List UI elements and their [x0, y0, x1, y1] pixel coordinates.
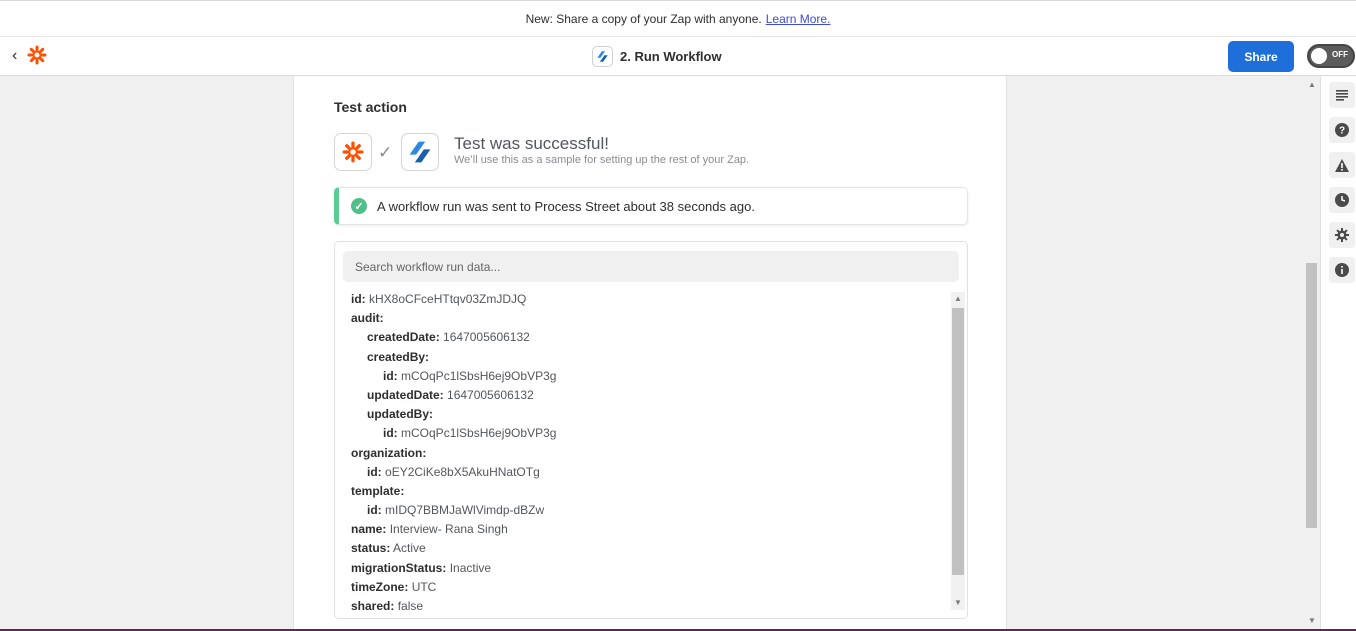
data-row-value: Inactive — [449, 560, 492, 575]
step-title[interactable]: 2. Run Workflow — [592, 46, 722, 67]
data-row-key: updatedDate: — [367, 387, 444, 402]
page-scrollbar[interactable]: ▲ ▼ — [1304, 76, 1319, 631]
zap-on-off-toggle[interactable]: OFF — [1307, 44, 1355, 68]
scroll-down-icon[interactable]: ▼ — [954, 598, 962, 607]
announcement-banner: New: Share a copy of your Zap with anyon… — [0, 0, 1356, 37]
data-row-key: migrationStatus: — [351, 560, 447, 575]
page-scrollbar-thumb[interactable] — [1306, 263, 1317, 528]
page-scroll-down-icon[interactable]: ▼ — [1308, 616, 1316, 625]
data-row[interactable]: updatedBy: — [351, 405, 947, 424]
data-row[interactable]: shared: false — [351, 597, 947, 612]
svg-text:?: ? — [1339, 126, 1345, 137]
data-row-value: oEY2CiKe8bX5AkuHNatOTg — [385, 464, 540, 479]
back-icon[interactable]: ‹ — [12, 47, 17, 65]
info-icon[interactable] — [1329, 257, 1355, 283]
zapier-app-icon — [334, 133, 372, 171]
data-row[interactable]: status: Active — [351, 539, 947, 558]
success-subtitle: We’ll use this as a sample for setting u… — [454, 154, 750, 166]
data-row-key: organization: — [351, 445, 427, 460]
banner-text: New: Share a copy of your Zap with anyon… — [525, 11, 762, 26]
data-row[interactable]: template: — [351, 482, 947, 501]
data-row-value: Active — [393, 541, 426, 556]
editor-header: ‹ 2. Run Workflow Share OFF — [0, 37, 1356, 76]
search-input[interactable] — [343, 251, 959, 282]
data-row[interactable]: id: mCOqPc1lSbsH6ej9ObVP3g — [351, 367, 947, 386]
data-row-key: name: — [351, 522, 387, 537]
process-street-app-icon — [401, 133, 439, 171]
clock-icon[interactable] — [1329, 187, 1355, 213]
check-circle-icon: ✓ — [351, 198, 367, 214]
scroll-up-icon[interactable]: ▲ — [954, 294, 962, 303]
right-sidebar: ? — [1320, 76, 1356, 631]
checkmark-icon: ✓ — [378, 143, 393, 162]
data-row[interactable]: organization: — [351, 444, 947, 463]
list-icon[interactable] — [1329, 82, 1355, 108]
data-row[interactable]: id: mCOqPc1lSbsH6ej9ObVP3g — [351, 424, 947, 443]
run-data-list[interactable]: id: kHX8oCFceHTtqv03ZmJDJQ audit: created… — [351, 290, 947, 612]
data-row[interactable]: createdDate: 1647005606132 — [351, 328, 947, 347]
data-row[interactable]: id: mIDQ7BBMJaWlVimdp-dBZw — [351, 501, 947, 520]
data-row-key: id: — [367, 464, 382, 479]
data-row-key: createdDate: — [367, 330, 440, 345]
data-row-key: id: — [383, 368, 398, 383]
data-row-key: id: — [351, 292, 366, 306]
data-row[interactable]: audit: — [351, 309, 947, 328]
data-row-value: UTC — [411, 579, 437, 594]
data-row-key: id: — [367, 503, 382, 518]
run-data-box: id: kHX8oCFceHTtqv03ZmJDJQ audit: created… — [334, 241, 968, 619]
settings-icon[interactable] — [1329, 222, 1355, 248]
data-scrollbar[interactable]: ▲ ▼ — [951, 292, 965, 610]
data-row[interactable]: id: oEY2CiKe8bX5AkuHNatOTg — [351, 463, 947, 482]
step-panel: Test action ✓ Test was successful! We’ll… — [293, 76, 1007, 631]
data-scrollbar-thumb[interactable] — [952, 308, 964, 575]
data-row-value: kHX8oCFceHTtqv03ZmJDJQ — [369, 292, 527, 306]
share-button[interactable]: Share — [1228, 41, 1294, 72]
data-row-key: timeZone: — [351, 579, 409, 594]
data-row[interactable]: migrationStatus: Inactive — [351, 559, 947, 578]
data-row[interactable]: updatedDate: 1647005606132 — [351, 386, 947, 405]
section-title: Test action — [334, 99, 407, 115]
data-row-key: updatedBy: — [367, 407, 433, 422]
data-row-key: status: — [351, 541, 391, 556]
page-title: 2. Run Workflow — [620, 49, 722, 64]
data-row[interactable]: createdBy: — [351, 348, 947, 367]
help-icon[interactable]: ? — [1329, 117, 1355, 143]
warning-icon[interactable] — [1329, 152, 1355, 178]
toggle-knob — [1311, 48, 1327, 64]
data-row[interactable]: name: Interview- Rana Singh — [351, 520, 947, 539]
success-alert: ✓ A workflow run was sent to Process Str… — [334, 187, 968, 225]
data-row-key: shared: — [351, 599, 395, 612]
data-row-key: template: — [351, 483, 405, 498]
data-row-key: audit: — [351, 311, 384, 326]
success-title: Test was successful! — [454, 134, 609, 153]
zapier-logo-icon[interactable] — [27, 45, 47, 70]
page-scroll-up-icon[interactable]: ▲ — [1308, 80, 1316, 89]
data-row-value: mIDQ7BBMJaWlVimdp-dBZw — [385, 503, 545, 518]
alert-text: A workflow run was sent to Process Stree… — [377, 198, 755, 214]
data-row-value: false — [397, 599, 424, 612]
data-row-value: Interview- Rana Singh — [389, 522, 508, 537]
toggle-label: OFF — [1332, 50, 1348, 59]
process-street-icon — [592, 46, 613, 67]
data-row-value: mCOqPc1lSbsH6ej9ObVP3g — [401, 426, 557, 441]
data-row-key: createdBy: — [367, 349, 430, 364]
data-row-value: 1647005606132 — [447, 387, 534, 402]
data-row[interactable]: timeZone: UTC — [351, 578, 947, 597]
learn-more-link[interactable]: Learn More. — [766, 12, 831, 26]
data-row-value: mCOqPc1lSbsH6ej9ObVP3g — [401, 368, 557, 383]
data-row-value: 1647005606132 — [443, 330, 530, 345]
data-row-key: id: — [383, 426, 398, 441]
data-row[interactable]: id: kHX8oCFceHTtqv03ZmJDJQ — [351, 290, 947, 309]
